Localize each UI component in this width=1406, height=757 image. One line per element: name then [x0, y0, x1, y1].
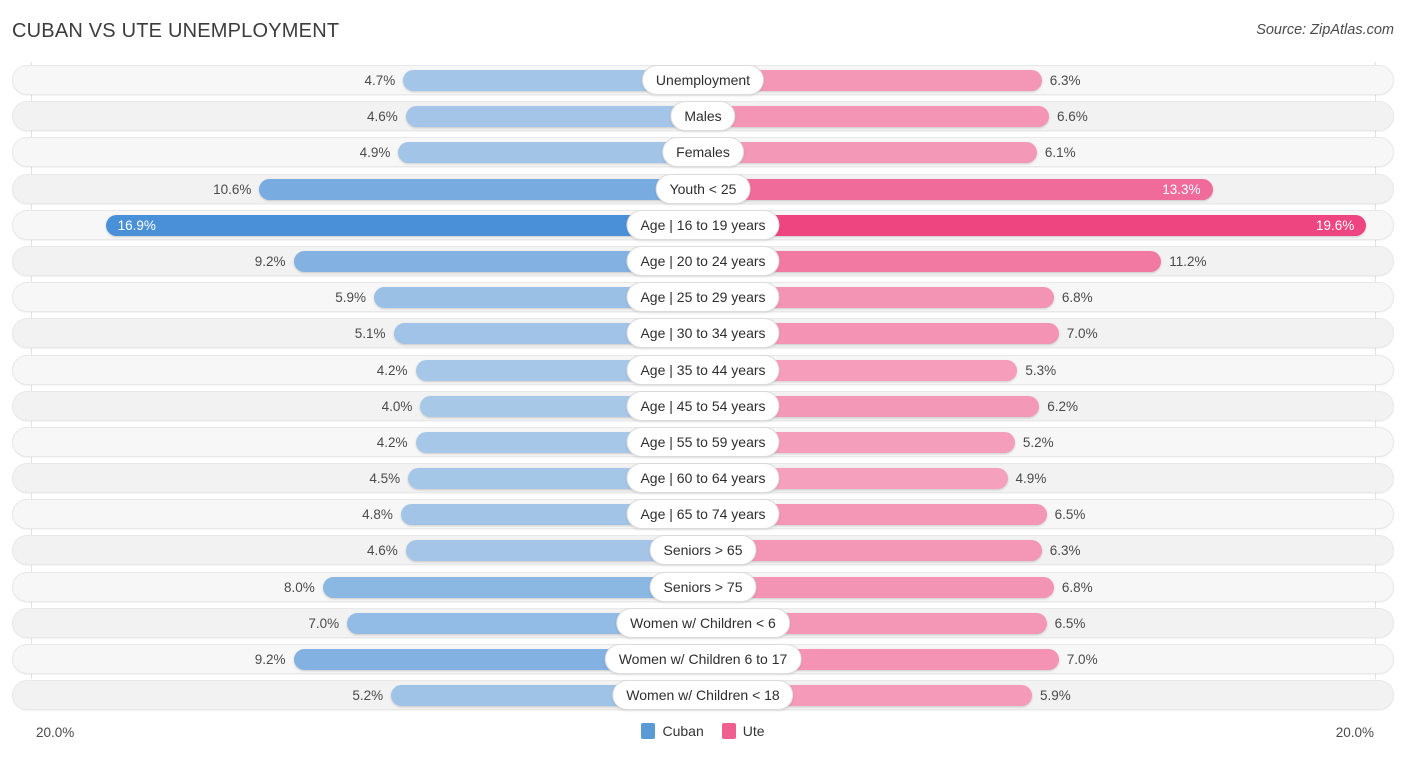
source-attribution: Source: ZipAtlas.com [1256, 22, 1394, 38]
chart-header: CUBAN VS UTE UNEMPLOYMENT Source: ZipAtl… [0, 0, 1406, 62]
table-row: 4.2% 5.3% Age | 35 to 44 years [0, 352, 1406, 388]
category-label[interactable]: Women w/ Children < 6 [616, 607, 790, 638]
value-label-ute: 6.8% [1061, 579, 1093, 595]
value-label-ute: 6.6% [1057, 109, 1088, 125]
table-row: 9.2% 11.2% Age | 20 to 24 years [0, 243, 1406, 279]
value-label-cuban: 8.0% [284, 579, 315, 595]
value-label-ute: 6.1% [1044, 145, 1076, 161]
category-label[interactable]: Unemployment [641, 65, 765, 95]
category-label[interactable]: Seniors > 75 [649, 571, 757, 602]
value-label-cuban: 9.2% [254, 253, 286, 269]
value-label-cuban: 4.2% [376, 434, 408, 450]
table-row: 4.2% 5.2% Age | 55 to 59 years [0, 424, 1406, 460]
chart-legend: Cuban Ute [0, 723, 1406, 739]
category-label[interactable]: Age | 35 to 44 years [626, 354, 780, 385]
legend-swatch-icon [641, 723, 656, 739]
value-label-cuban: 5.1% [354, 326, 386, 342]
value-label-ute: 6.8% [1061, 290, 1093, 306]
chart-page: CUBAN VS UTE UNEMPLOYMENT Source: ZipAtl… [0, 0, 1406, 757]
value-label-cuban: 16.9% [117, 217, 156, 233]
value-label-cuban: 9.2% [254, 652, 286, 667]
value-label-cuban: 7.0% [308, 615, 340, 631]
category-label[interactable]: Age | 60 to 64 years [626, 463, 780, 494]
legend-swatch-icon [721, 723, 736, 739]
bar-cuban [105, 214, 703, 236]
value-label-ute: 4.9% [1015, 471, 1047, 487]
table-row: 4.9% 6.1% Females [0, 134, 1406, 170]
value-label-ute: 13.3% [1162, 181, 1201, 197]
value-label-ute: 7.0% [1066, 652, 1098, 667]
bar-cuban [259, 178, 703, 200]
category-label[interactable]: Females [662, 137, 744, 168]
table-row: 4.7% 6.3% Unemployment [0, 62, 1406, 98]
table-row: 5.2% 5.9% Women w/ Children < 18 [0, 677, 1406, 713]
chart-footer: 20.0% Cuban Ute 20.0% [0, 717, 1406, 757]
category-label[interactable]: Age | 45 to 54 years [626, 390, 780, 421]
table-row: 16.9% 19.6% Age | 16 to 19 years [0, 207, 1406, 243]
table-row: 4.6% 6.6% Males [0, 98, 1406, 134]
table-row: 8.0% 6.8% Seniors > 75 [0, 569, 1406, 605]
table-row: 5.9% 6.8% Age | 25 to 29 years [0, 279, 1406, 315]
category-label[interactable]: Seniors > 65 [649, 535, 757, 566]
page-title: CUBAN VS UTE UNEMPLOYMENT [12, 20, 340, 42]
table-row: 9.2% 7.0% Women w/ Children 6 to 17 [0, 641, 1406, 677]
bar-ute [703, 178, 1213, 200]
category-label[interactable]: Age | 20 to 24 years [626, 245, 780, 276]
value-label-cuban: 4.8% [362, 507, 393, 523]
category-label[interactable]: Age | 65 to 74 years [626, 499, 780, 530]
value-label-cuban: 4.5% [369, 471, 401, 487]
value-label-cuban: 5.9% [335, 290, 367, 306]
value-label-cuban: 4.6% [366, 543, 398, 559]
value-label-ute: 19.6% [1315, 217, 1355, 233]
legend-label: Ute [742, 723, 765, 739]
table-row: 10.6% 13.3% Youth < 25 [0, 171, 1406, 207]
value-label-cuban: 4.0% [381, 398, 413, 414]
legend-label: Cuban [662, 723, 704, 739]
bar-cuban [405, 106, 703, 128]
value-label-ute: 6.3% [1049, 73, 1081, 88]
value-label-cuban: 4.2% [376, 362, 408, 378]
table-row: 4.6% 6.3% Seniors > 65 [0, 532, 1406, 568]
value-label-cuban: 4.7% [364, 73, 396, 88]
value-label-ute: 5.2% [1022, 434, 1054, 450]
category-label[interactable]: Youth < 25 [655, 173, 751, 204]
chart-plot-area: 4.7% 6.3% Unemployment 4.6% 6.6% Males 4.9% 6.1… [0, 62, 1406, 717]
category-label[interactable]: Women w/ Children 6 to 17 [604, 644, 802, 674]
value-label-cuban: 4.6% [366, 109, 398, 125]
bar-ute [703, 142, 1037, 164]
value-label-ute: 5.9% [1039, 688, 1071, 704]
table-row: 4.0% 6.2% Age | 45 to 54 years [0, 388, 1406, 424]
axis-max-right: 20.0% [1335, 725, 1374, 740]
category-label[interactable]: Age | 25 to 29 years [626, 282, 780, 313]
value-label-ute: 6.5% [1054, 615, 1086, 631]
category-label[interactable]: Age | 16 to 19 years [626, 209, 780, 240]
bar-ute [703, 106, 1050, 128]
category-label[interactable]: Age | 30 to 34 years [626, 318, 780, 349]
category-label[interactable]: Males [670, 101, 736, 132]
table-row: 5.1% 7.0% Age | 30 to 34 years [0, 315, 1406, 351]
table-row: 4.5% 4.9% Age | 60 to 64 years [0, 460, 1406, 496]
legend-item[interactable]: Ute [721, 723, 765, 739]
bar-ute [703, 214, 1367, 236]
bar-cuban [398, 142, 703, 164]
value-label-cuban: 5.2% [352, 688, 384, 704]
legend-item[interactable]: Cuban [641, 723, 704, 739]
value-label-ute: 6.3% [1049, 543, 1081, 559]
value-label-ute: 11.2% [1169, 253, 1207, 269]
category-label[interactable]: Age | 55 to 59 years [626, 426, 780, 457]
value-label-ute: 5.3% [1025, 362, 1057, 378]
value-label-ute: 6.5% [1054, 507, 1086, 523]
value-label-cuban: 4.9% [359, 145, 391, 161]
category-label[interactable]: Women w/ Children < 18 [612, 680, 794, 711]
value-label-ute: 7.0% [1066, 326, 1098, 342]
bar-cuban [322, 576, 703, 598]
table-row: 4.8% 6.5% Age | 65 to 74 years [0, 496, 1406, 532]
table-row: 7.0% 6.5% Women w/ Children < 6 [0, 605, 1406, 641]
value-label-cuban: 10.6% [213, 181, 252, 197]
bar-rows-container: 4.7% 6.3% Unemployment 4.6% 6.6% Males 4.9% 6.1… [0, 62, 1406, 713]
value-label-ute: 6.2% [1047, 398, 1079, 414]
